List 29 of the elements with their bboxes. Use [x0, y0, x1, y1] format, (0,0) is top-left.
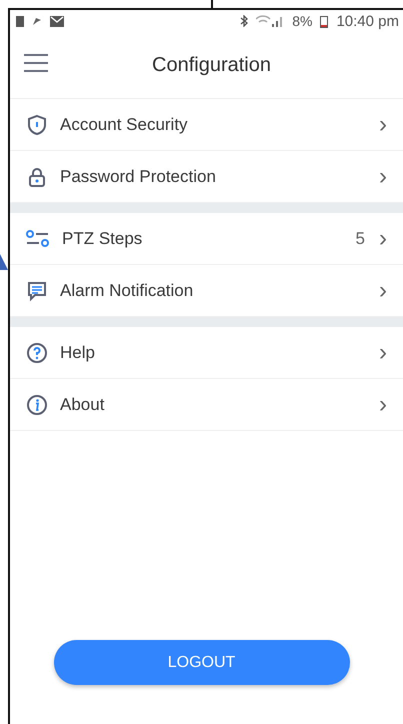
logout-button[interactable]: LOGOUT: [54, 640, 350, 685]
clock-time: 10:40 pm: [336, 12, 399, 30]
flag-icon: [32, 16, 42, 26]
chevron-icon: ›: [377, 278, 389, 302]
mail-icon: [50, 16, 64, 26]
chevron-icon: ›: [377, 226, 389, 250]
chevron-icon: ›: [377, 392, 389, 416]
arrowhead-icon: [0, 254, 8, 270]
chevron-icon: ›: [377, 112, 389, 136]
settings-row[interactable]: Help ›: [10, 327, 403, 379]
row-value: 5: [356, 228, 365, 248]
bluetooth-icon: [240, 15, 248, 27]
menu-icon[interactable]: [24, 53, 48, 73]
message-icon: [26, 280, 48, 302]
settings-row[interactable]: Account Security ›: [10, 99, 403, 151]
battery-percent: 8%: [292, 13, 312, 29]
settings-row[interactable]: PTZ Steps 5 ›: [10, 213, 403, 265]
sliders-icon: [26, 230, 50, 248]
shield-icon: [26, 114, 48, 136]
page-title: Configuration: [151, 54, 271, 76]
lock-icon: [26, 166, 48, 188]
info-icon: [26, 394, 48, 416]
battery-icon: [320, 14, 328, 28]
help-icon: [26, 342, 48, 364]
settings-row[interactable]: About ›: [10, 379, 403, 431]
chevron-icon: ›: [377, 340, 389, 364]
chevron-icon: ›: [377, 164, 389, 188]
battery-icon: [16, 15, 24, 27]
signal-icon: [256, 15, 284, 27]
